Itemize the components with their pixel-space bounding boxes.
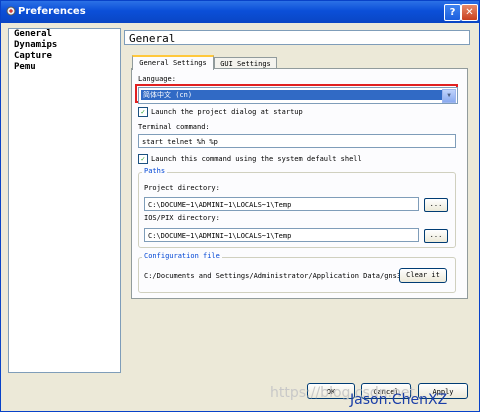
sidebar-item-pemu[interactable]: Pemu	[9, 62, 120, 73]
ios-directory-label: IOS/PIX directory:	[144, 214, 220, 222]
project-directory-input[interactable]: C:\DOCUME~1\ADMINI~1\LOCALS~1\Temp	[144, 197, 419, 211]
terminal-command-input[interactable]: start telnet %h %p	[138, 134, 456, 148]
configuration-file-path: C:/Documents and Settings/Administrator/…	[144, 272, 402, 280]
launch-project-dialog-checkbox[interactable]: ✓	[138, 107, 148, 117]
chevron-down-icon[interactable]: ▼	[442, 89, 456, 103]
app-icon	[6, 6, 16, 16]
clear-config-button[interactable]: Clear it	[399, 268, 447, 283]
launch-project-dialog-label: Launch the project dialog at startup	[151, 108, 303, 116]
ios-directory-browse-button[interactable]: ...	[424, 229, 448, 243]
ios-directory-input[interactable]: C:\DOCUME~1\ADMINI~1\LOCALS~1\Temp	[144, 228, 419, 242]
project-directory-label: Project directory:	[144, 184, 220, 192]
section-header: General	[124, 30, 470, 45]
paths-group-title: Paths	[142, 167, 168, 175]
sidebar-item-general[interactable]: General	[9, 29, 120, 40]
language-dropdown[interactable]: 简体中文 (cn) ▼	[138, 87, 458, 104]
tab-general-settings[interactable]: General Settings	[132, 55, 214, 70]
author-signature: Jason.ChenXZ	[350, 392, 448, 408]
system-shell-checkbox[interactable]: ✓	[138, 154, 148, 164]
sidebar-item-dynamips[interactable]: Dynamips	[9, 40, 120, 51]
category-list[interactable]: General Dynamips Capture Pemu	[8, 28, 121, 373]
system-shell-label: Launch this command using the system def…	[151, 155, 362, 163]
terminal-command-label: Terminal command:	[138, 123, 210, 131]
configuration-file-group-title: Configuration file	[142, 252, 222, 260]
help-button[interactable]: ?	[444, 4, 461, 21]
window-title: Preferences	[18, 6, 86, 17]
language-selected-value: 简体中文 (cn)	[141, 90, 443, 100]
preferences-window: Preferences ? ✕ General Dynamips Capture…	[0, 0, 480, 412]
project-directory-browse-button[interactable]: ...	[424, 198, 448, 212]
close-button[interactable]: ✕	[461, 4, 478, 21]
sidebar-item-capture[interactable]: Capture	[9, 51, 120, 62]
title-bar[interactable]: Preferences ? ✕	[1, 1, 479, 23]
language-label: Language:	[138, 75, 176, 83]
